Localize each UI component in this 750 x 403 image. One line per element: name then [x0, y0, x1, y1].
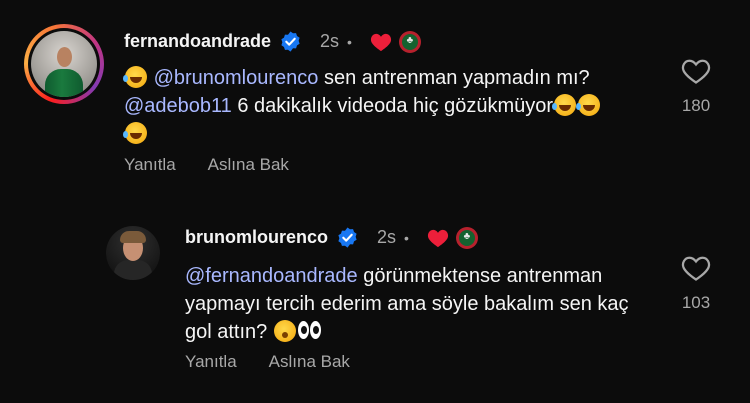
mention-link[interactable]: @brunomlourenco [154, 67, 319, 89]
separator-dot: • [347, 33, 352, 50]
hushed-face-icon [273, 320, 296, 342]
face-with-tears-of-joy-icon [123, 122, 147, 144]
like-control: 180 [666, 57, 726, 116]
reply-button[interactable]: Yanıtla [185, 352, 237, 372]
comment-text: @brunomlourenco sen antrenman yapmadın m… [123, 64, 654, 148]
like-control: 103 [666, 254, 726, 313]
username[interactable]: brunomlourenco [185, 227, 328, 248]
verified-badge-icon [338, 227, 357, 248]
avatar-story-ring[interactable] [24, 24, 104, 104]
badge-glyph: ♣ [406, 34, 414, 46]
comment-text: @fernandoandrade görünmektense antrenman… [185, 262, 655, 346]
club-badge-icon: ♣ [398, 30, 421, 53]
see-translation-button[interactable]: Aslına Bak [269, 352, 350, 372]
club-badge-icon: ♣ [455, 226, 478, 249]
eyes-icon [297, 320, 323, 342]
face-with-tears-of-joy-icon [552, 94, 577, 116]
reply-button[interactable]: Yanıtla [124, 155, 176, 175]
comment-actions: Yanıtla Aslına Bak [185, 352, 350, 372]
heart-outline-icon[interactable] [681, 254, 711, 282]
face-with-tears-of-joy-icon [123, 66, 147, 88]
timestamp: 2s [320, 31, 340, 51]
like-count: 180 [681, 96, 711, 115]
badge-glyph: ♣ [463, 230, 471, 242]
comment-actions: Yanıtla Aslına Bak [124, 155, 289, 175]
creator-liked-heart-icon [370, 33, 392, 51]
avatar [31, 31, 97, 97]
mention-link[interactable]: @adebob11 [124, 95, 232, 117]
mention-link[interactable]: @fernandoandrade [185, 265, 358, 287]
comment-text-part: sen antrenman yapmadın mı? [318, 67, 590, 89]
comment-header: fernandoandrade 2s • ♣ [124, 30, 421, 53]
creator-liked-heart-icon [427, 229, 448, 247]
avatar[interactable] [106, 226, 160, 280]
separator-dot: • [404, 229, 409, 246]
avatar-head [57, 47, 72, 67]
comment-text-part: 6 dakikalık videoda hiç gözükmüyor [231, 95, 554, 117]
face-with-tears-of-joy-icon [576, 94, 601, 116]
verified-badge-icon [281, 31, 300, 52]
see-translation-button[interactable]: Aslına Bak [208, 155, 289, 175]
like-count: 103 [681, 293, 711, 312]
heart-outline-icon[interactable] [681, 57, 711, 85]
timestamp: 2s [377, 227, 397, 247]
avatar-body [114, 260, 152, 280]
avatar-border [28, 28, 100, 100]
username[interactable]: fernandoandrade [124, 31, 271, 52]
comment-header: brunomlourenco 2s • ♣ [185, 226, 478, 249]
avatar-shirt [45, 69, 83, 97]
avatar-hair [120, 231, 146, 243]
